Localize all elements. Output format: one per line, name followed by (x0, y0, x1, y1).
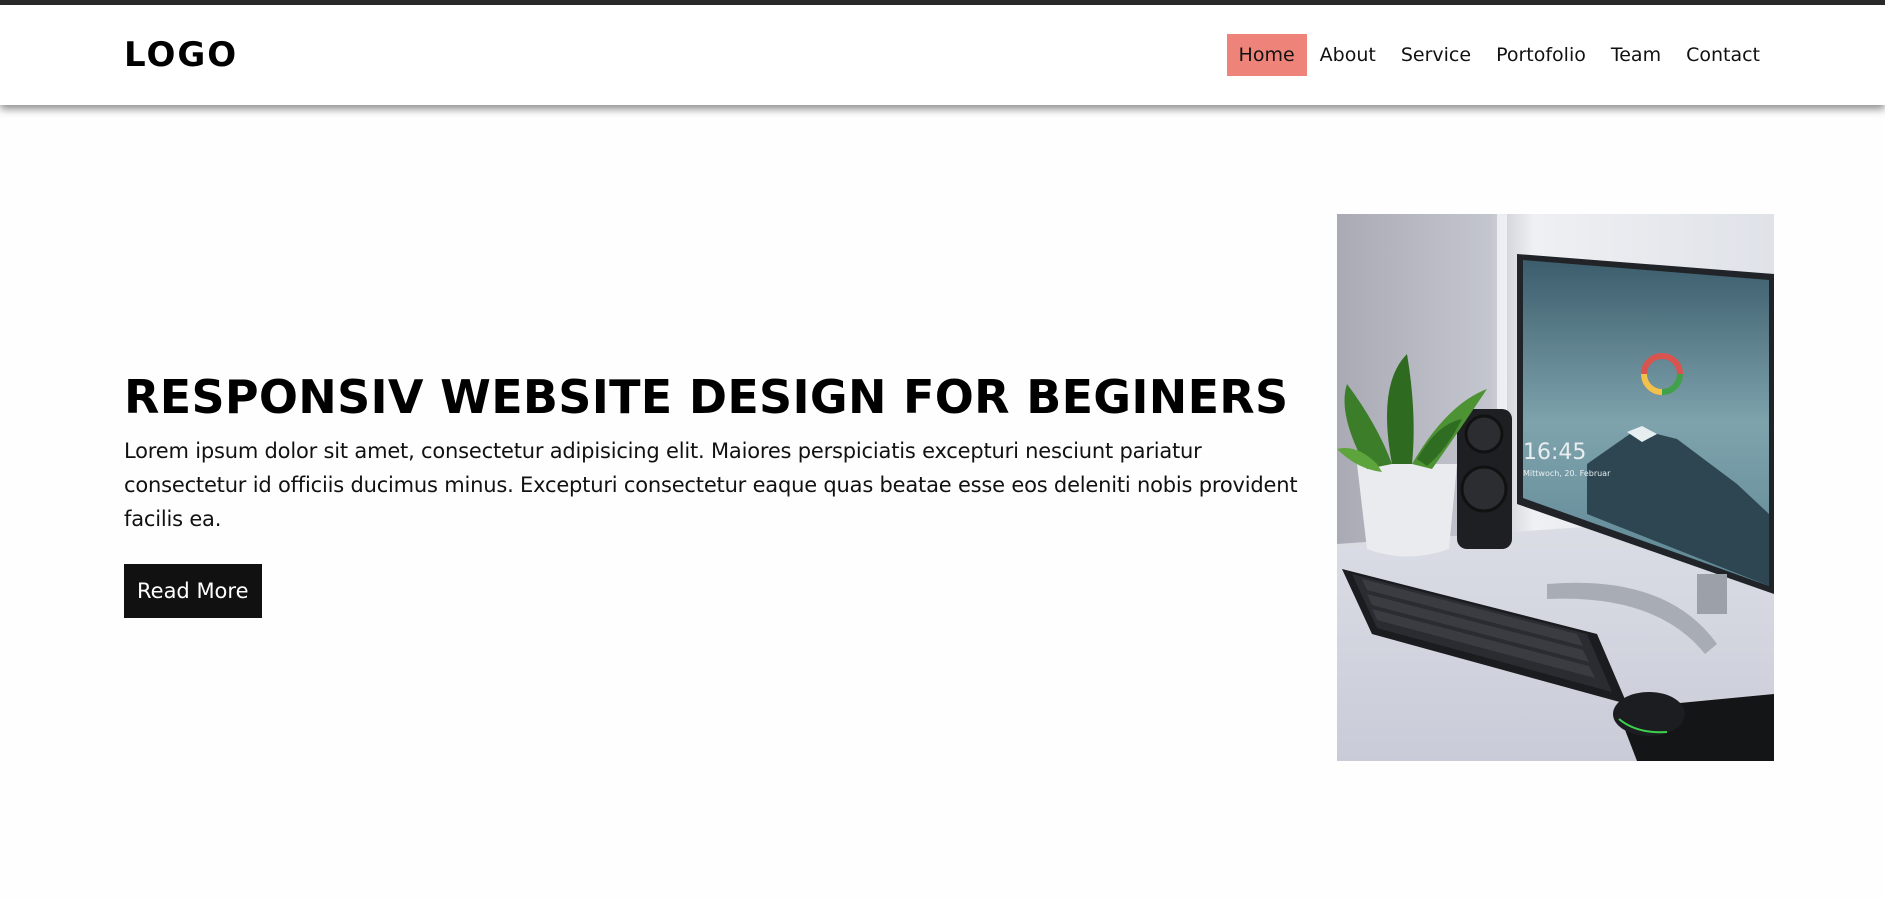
nav-portofolio[interactable]: Portofolio (1484, 34, 1598, 76)
nav-contact[interactable]: Contact (1674, 34, 1772, 76)
nav-home[interactable]: Home (1226, 34, 1307, 76)
read-more-button[interactable]: Read More (124, 564, 262, 618)
hero-image: 16:45 Mittwoch, 20. Februar (1337, 214, 1774, 761)
hero-text: RESPONSIV WEBSITE DESIGN FOR BEGINERS Lo… (124, 370, 1304, 618)
hero-description: Lorem ipsum dolor sit amet, consectetur … (124, 439, 1298, 531)
desk-setup-illustration: 16:45 Mittwoch, 20. Februar (1337, 214, 1774, 761)
navbar: LOGO Home About Service Portofolio Team … (0, 5, 1885, 105)
nav-service[interactable]: Service (1389, 34, 1483, 76)
nav-team[interactable]: Team (1599, 34, 1673, 76)
screen-clock: 16:45 (1523, 440, 1586, 465)
screen-date: Mittwoch, 20. Februar (1523, 469, 1611, 478)
logo[interactable]: LOGO (124, 35, 238, 75)
nav-about[interactable]: About (1308, 34, 1388, 76)
hero-title: RESPONSIV WEBSITE DESIGN FOR BEGINERS (124, 370, 1289, 424)
main-nav: Home About Service Portofolio Team Conta… (1226, 34, 1772, 76)
